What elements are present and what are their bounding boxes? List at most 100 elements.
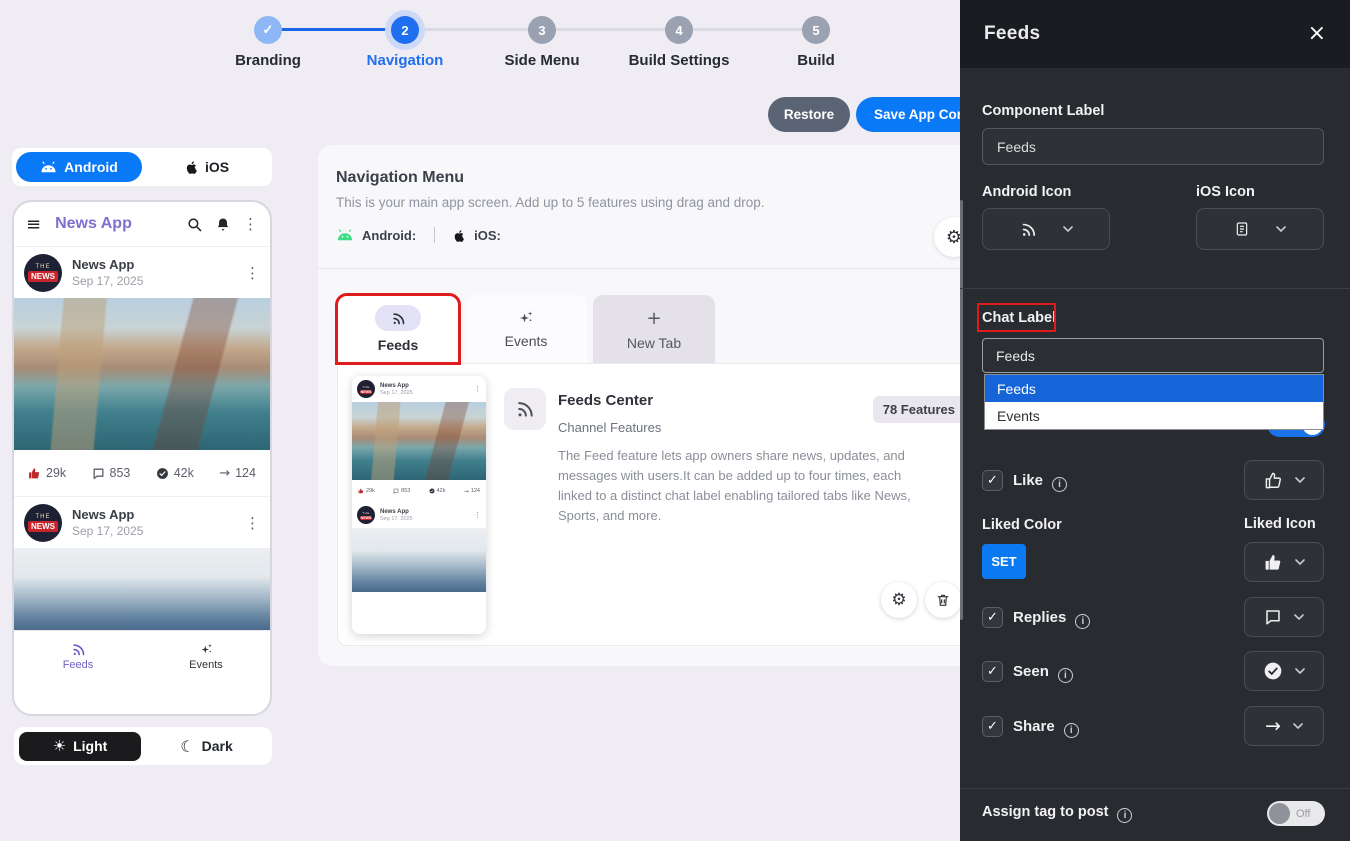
reply-stat[interactable]: 853 — [92, 466, 131, 480]
dark-mode-button[interactable]: ☾ Dark — [141, 737, 272, 756]
theme-toggle: ☀ Light ☾ Dark — [14, 727, 272, 765]
share-icon-dropdown[interactable]: → — [1244, 706, 1324, 746]
phone-app-bar: ≡ News App ⋮ — [14, 202, 270, 246]
kebab-menu-icon[interactable]: ⋮ — [245, 514, 260, 532]
thumbs-up-icon — [28, 467, 41, 480]
assign-tag-toggle[interactable]: Off — [1267, 801, 1325, 826]
android-icon — [336, 229, 354, 241]
step-navigation[interactable]: 2 Navigation — [345, 10, 465, 69]
post-image-venice — [352, 402, 486, 480]
chevron-down-icon — [1294, 614, 1304, 620]
kebab-menu-icon[interactable]: ⋮ — [245, 264, 260, 282]
replies-icon-dropdown[interactable] — [1244, 597, 1324, 637]
android-label: Android: — [362, 228, 416, 243]
platform-labels: Android: iOS: — [336, 227, 501, 243]
feature-description: The Feed feature lets app owners share n… — [558, 446, 918, 527]
bottom-nav-label: Events — [189, 659, 223, 671]
option-feeds[interactable]: Feeds — [985, 375, 1323, 402]
post-image-mountain — [14, 548, 270, 630]
step-number: 2 — [391, 16, 419, 44]
tab-events[interactable]: Events — [465, 295, 587, 363]
like-checkbox[interactable]: ✓ — [982, 470, 1003, 491]
seen-checkbox[interactable]: ✓ — [982, 661, 1003, 682]
check-circle-icon — [429, 488, 435, 494]
stepper-connector — [405, 28, 542, 31]
stepper-connector — [542, 28, 679, 31]
step-build-settings[interactable]: 4 Build Settings — [619, 10, 739, 69]
post-author: News App — [380, 383, 474, 389]
thumbs-up-icon — [358, 488, 364, 494]
bell-icon[interactable] — [215, 216, 231, 233]
feature-delete-button[interactable] — [925, 582, 961, 618]
info-icon[interactable]: i — [1064, 723, 1079, 738]
restore-button[interactable]: Restore — [768, 97, 850, 132]
post-date: Sep 17, 2025 — [72, 274, 245, 288]
post-header: THE NEWS News App Sep 17, 2025 ⋮ — [14, 246, 270, 298]
navigation-menu-card: Navigation Menu This is your main app sc… — [318, 145, 980, 666]
like-stat[interactable]: 29k — [28, 466, 66, 480]
chevron-down-icon — [1063, 226, 1073, 232]
post-image-venice — [14, 298, 270, 450]
like-icon-dropdown[interactable] — [1244, 460, 1324, 500]
step-build[interactable]: 5 Build — [756, 10, 876, 69]
seen-icon-dropdown[interactable] — [1244, 651, 1324, 691]
thumbs-up-filled-icon — [1264, 553, 1283, 572]
step-side-menu[interactable]: 3 Side Menu — [482, 10, 602, 69]
tab-new-tab[interactable]: + New Tab — [593, 295, 715, 363]
arrow-right-icon: → — [464, 488, 469, 495]
arrow-right-icon: → — [219, 466, 230, 481]
chat-label-select[interactable]: Feeds — [982, 338, 1324, 373]
close-icon[interactable]: × — [1308, 23, 1326, 45]
replies-checkbox[interactable]: ✓ — [982, 607, 1003, 628]
info-icon[interactable]: i — [1052, 477, 1067, 492]
share-checkbox[interactable]: ✓ — [982, 716, 1003, 737]
step-branding[interactable]: ✓ Branding — [208, 10, 328, 69]
assign-tag-label: Assign tag to posti — [982, 804, 1132, 823]
avatar-text: THE — [36, 514, 51, 520]
component-label-input[interactable]: Feeds — [982, 128, 1324, 165]
post-stats: 29k 853 42k →124 — [352, 480, 486, 502]
android-icon-dropdown[interactable] — [982, 208, 1110, 250]
post-header: THE NEWS News App Sep 17, 2025 ⋮ — [14, 496, 270, 548]
light-mode-button[interactable]: ☀ Light — [19, 732, 141, 761]
feature-settings-button[interactable]: ⚙ — [881, 582, 917, 618]
avatar: THE NEWS — [24, 504, 62, 542]
android-toggle-button[interactable]: Android — [16, 152, 142, 182]
liked-icon-dropdown[interactable] — [1244, 542, 1324, 582]
bottom-nav-feeds[interactable]: Feeds — [14, 631, 142, 682]
step-label: Branding — [208, 52, 328, 69]
chevron-down-icon — [1293, 723, 1303, 729]
info-icon[interactable]: i — [1058, 668, 1073, 683]
set-color-button[interactable]: SET — [982, 544, 1026, 579]
comment-icon — [92, 467, 105, 480]
check-circle-icon — [156, 467, 169, 480]
step-check-icon: ✓ — [254, 16, 282, 44]
divider — [434, 227, 435, 243]
ios-icon-dropdown[interactable] — [1196, 208, 1324, 250]
step-number: 5 — [802, 16, 830, 44]
divider — [960, 288, 1350, 289]
share-stat[interactable]: → 124 — [219, 466, 256, 481]
step-label: Side Menu — [482, 52, 602, 69]
avatar: THE NEWS — [357, 506, 375, 524]
rss-icon — [1020, 221, 1037, 238]
sun-icon: ☀ — [53, 737, 66, 755]
bottom-nav-events[interactable]: Events — [142, 631, 270, 682]
mini-phone-preview[interactable]: THE NEWS News App Sep 17, 2025 ⋮ 29k 853… — [352, 376, 486, 634]
kebab-menu-icon[interactable]: ⋮ — [243, 215, 258, 233]
apple-icon — [185, 159, 199, 175]
chevron-down-icon — [1295, 477, 1305, 483]
scrollbar[interactable] — [960, 200, 963, 620]
tab-feeds[interactable]: Feeds — [337, 295, 459, 363]
document-icon — [1234, 221, 1250, 237]
info-icon[interactable]: i — [1075, 614, 1090, 629]
chat-label-menu: Feeds Events — [984, 374, 1324, 430]
info-icon[interactable]: i — [1117, 808, 1132, 823]
search-icon[interactable] — [186, 216, 203, 233]
menu-icon[interactable]: ≡ — [26, 214, 41, 235]
ios-toggle-button[interactable]: iOS — [142, 159, 272, 175]
avatar-badge: NEWS — [28, 521, 58, 532]
like-label-text: Like — [1013, 472, 1043, 489]
seen-stat[interactable]: 42k — [156, 466, 194, 480]
option-events[interactable]: Events — [985, 402, 1323, 429]
